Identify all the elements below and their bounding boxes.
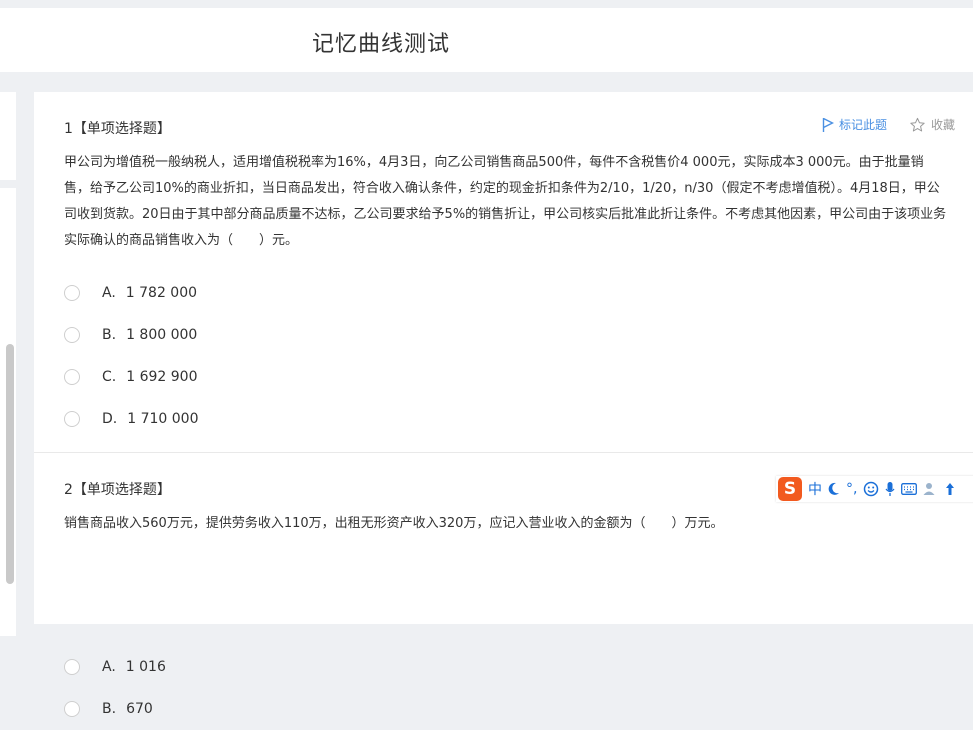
option-c[interactable]: C. 1 692 900 <box>64 356 199 398</box>
option-d[interactable]: D. 1 710 000 <box>64 398 199 440</box>
star-icon <box>909 117 926 133</box>
ime-mode-toggle[interactable]: 中 <box>808 479 822 499</box>
question-stem: 甲公司为增值税一般纳税人，适用增值税税率为16%，4月3日，向乙公司销售商品50… <box>64 150 949 254</box>
mark-question-label: 标记此题 <box>839 116 887 133</box>
favorite-button[interactable]: 收藏 <box>909 116 955 133</box>
page-title: 记忆曲线测试 <box>312 26 450 58</box>
question-card: 1【单项选择题】 标记此题 收藏 甲公司为增值税一般纳税人，适用增值税税率为16… <box>34 92 973 453</box>
question-tools: 标记此题 收藏 <box>800 116 955 133</box>
question-header: 2【单项选择题】 <box>64 479 171 499</box>
ime-toolbar[interactable]: S 中 °, <box>776 476 973 502</box>
radio-button[interactable] <box>64 369 80 385</box>
option-text: 1 800 000 <box>126 327 197 343</box>
flag-icon <box>822 117 834 133</box>
punctuation-toggle[interactable]: °, <box>846 481 857 497</box>
option-letter: B. <box>102 701 116 717</box>
question-list: 1【单项选择题】 标记此题 收藏 甲公司为增值税一般纳税人，适用增值税税率为16… <box>34 92 973 624</box>
top-strip <box>0 0 973 8</box>
radio-button[interactable] <box>64 285 80 301</box>
option-letter: C. <box>102 369 116 385</box>
radio-button[interactable] <box>64 701 80 717</box>
option-text: 1 782 000 <box>126 285 197 301</box>
header: 记忆曲线测试 <box>0 8 973 72</box>
question-stem: 销售商品收入560万元，提供劳务收入110万，出租无形资产收入320万，应记入营… <box>64 511 949 537</box>
option-b[interactable]: B. 1 800 000 <box>64 314 199 356</box>
options-list: A. 1 016 B. 670 <box>64 646 166 730</box>
option-text: 1 016 <box>126 659 166 675</box>
option-letter: A. <box>102 659 116 675</box>
emoji-icon[interactable] <box>863 481 879 497</box>
favorite-label: 收藏 <box>931 116 955 133</box>
left-panel <box>0 92 16 624</box>
mark-question-button[interactable]: 标记此题 <box>822 116 887 133</box>
left-panel-body <box>0 188 16 636</box>
user-icon[interactable] <box>923 482 939 496</box>
radio-button[interactable] <box>64 327 80 343</box>
radio-button[interactable] <box>64 411 80 427</box>
option-a[interactable]: A. 1 782 000 <box>64 272 199 314</box>
option-b[interactable]: B. 670 <box>64 688 166 730</box>
left-panel-top <box>0 92 16 180</box>
option-text: 1 710 000 <box>127 411 198 427</box>
moon-icon[interactable] <box>828 482 840 496</box>
option-letter: A. <box>102 285 116 301</box>
radio-button[interactable] <box>64 659 80 675</box>
scrollbar-thumb[interactable] <box>6 344 14 584</box>
ime-logo[interactable]: S <box>778 477 802 501</box>
option-a[interactable]: A. 1 016 <box>64 646 166 688</box>
option-text: 670 <box>126 701 153 717</box>
keyboard-icon[interactable] <box>901 483 917 495</box>
upload-icon[interactable] <box>945 482 955 496</box>
options-list: A. 1 782 000 B. 1 800 000 C. 1 692 900 D… <box>64 272 199 440</box>
microphone-icon[interactable] <box>885 481 895 497</box>
question-header: 1【单项选择题】 <box>64 118 171 138</box>
option-letter: D. <box>102 411 117 427</box>
option-text: 1 692 900 <box>126 369 197 385</box>
option-letter: B. <box>102 327 116 343</box>
